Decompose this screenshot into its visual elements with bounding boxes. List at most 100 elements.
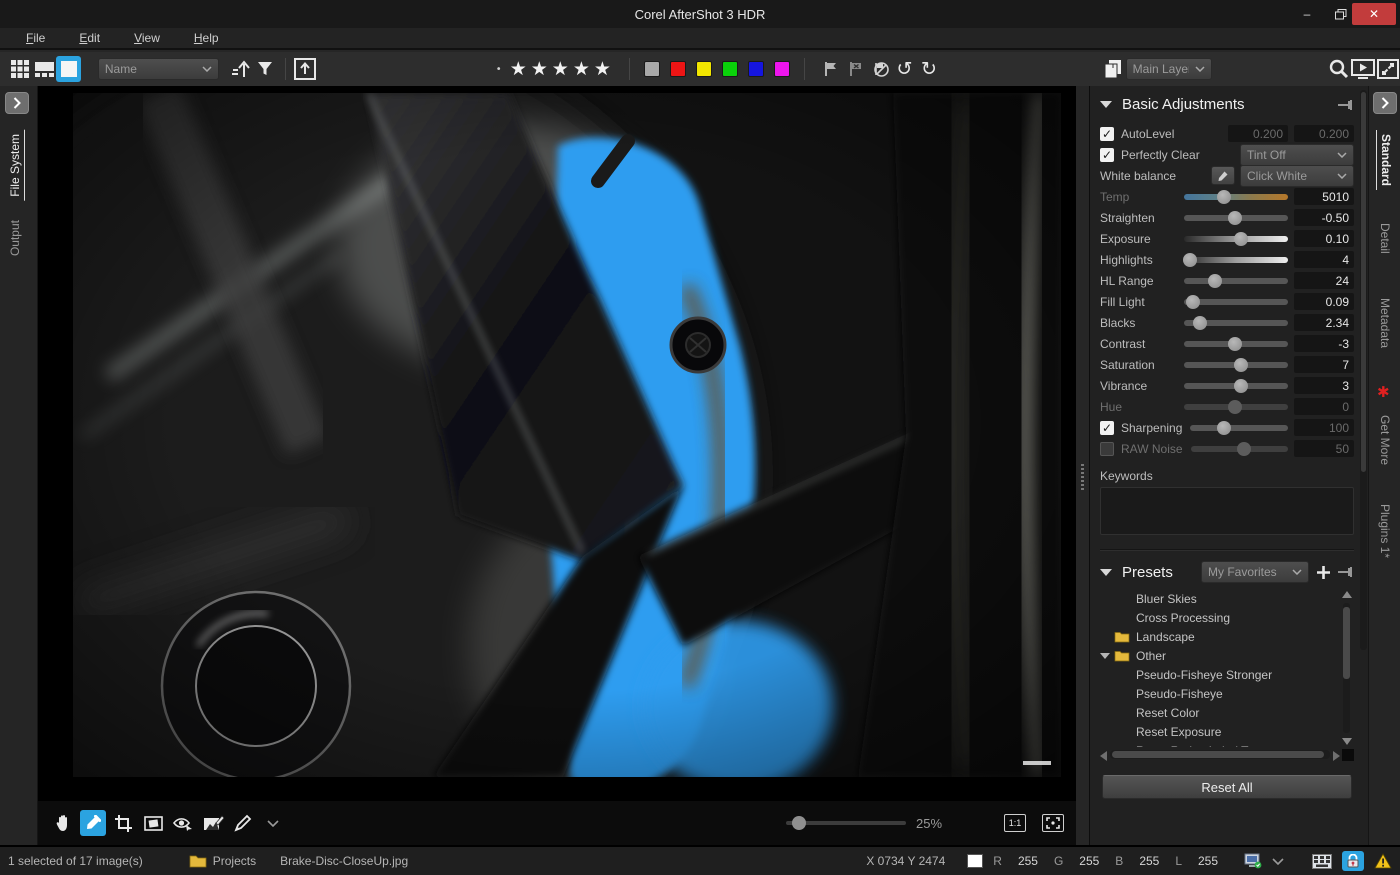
right-tab-standard[interactable]: Standard <box>1376 130 1395 190</box>
star-icon[interactable]: ★ <box>573 58 590 80</box>
flag-clear-button[interactable] <box>868 56 892 82</box>
contrast-value[interactable]: -3 <box>1294 335 1354 352</box>
preset-item-cross-processing[interactable]: Cross Processing <box>1100 608 1354 627</box>
color-label-1[interactable] <box>670 61 686 77</box>
vibrance-value[interactable]: 3 <box>1294 377 1354 394</box>
menu-view[interactable]: View <box>128 29 166 47</box>
preset-item-landscape[interactable]: Landscape <box>1100 627 1354 646</box>
expand-triangle-icon[interactable] <box>1100 653 1114 659</box>
pan-tool-button[interactable] <box>50 810 76 836</box>
breadcrumb-folder[interactable]: Projects <box>213 854 256 868</box>
fill-light-slider-thumb[interactable] <box>1186 295 1200 309</box>
hl-range-slider[interactable] <box>1184 274 1288 288</box>
menu-edit[interactable]: Edit <box>73 29 106 47</box>
collapse-presets-icon[interactable] <box>1100 569 1112 576</box>
sort-direction-button[interactable] <box>229 56 253 82</box>
temp-value[interactable]: 5010 <box>1294 188 1354 205</box>
perfectly-clear-checkbox[interactable] <box>1100 148 1114 162</box>
hue-slider[interactable] <box>1184 400 1288 414</box>
raw-noise-value[interactable]: 50 <box>1294 440 1354 457</box>
lock-button[interactable] <box>1342 851 1364 871</box>
retouch-tool-button[interactable] <box>200 810 226 836</box>
highlights-value[interactable]: 4 <box>1294 251 1354 268</box>
zoom-slider[interactable] <box>786 816 906 830</box>
zoom-fit-button[interactable] <box>1042 814 1064 832</box>
star-icon[interactable]: ★ <box>594 58 611 80</box>
right-tab-metadata[interactable]: Metadata <box>1376 294 1394 352</box>
autolevel-high-value[interactable]: 0.200 <box>1294 125 1354 142</box>
sharpening-slider-thumb[interactable] <box>1217 421 1231 435</box>
clear-rating-button[interactable]: • <box>496 64 502 75</box>
autolevel-low-value[interactable]: 0.200 <box>1228 125 1288 142</box>
left-tab-file-system[interactable]: File System <box>6 130 25 201</box>
hue-value[interactable]: 0 <box>1294 398 1354 415</box>
scroll-down-arrow[interactable] <box>1342 738 1352 745</box>
preset-item-bluer-skies[interactable]: Bluer Skies <box>1100 589 1354 608</box>
vibrance-slider[interactable] <box>1184 379 1288 393</box>
preset-item-pseudo-fisheye-stronger[interactable]: Pseudo-Fisheye Stronger <box>1100 665 1354 684</box>
preset-item-pseudo-fisheye[interactable]: Pseudo-Fisheye <box>1100 684 1354 703</box>
layers-button[interactable] <box>1101 56 1125 82</box>
raw-noise-checkbox[interactable] <box>1100 442 1114 456</box>
sharpening-slider[interactable] <box>1190 421 1288 435</box>
panel-scrollbar[interactable] <box>1360 90 1367 650</box>
sort-field-dropdown[interactable]: Name <box>98 58 219 80</box>
preset-item-other[interactable]: Other <box>1100 646 1354 665</box>
zoom-slider-thumb[interactable] <box>792 816 806 830</box>
thumbnail-grid-view-button[interactable] <box>8 56 32 82</box>
highlights-slider-track[interactable] <box>1184 257 1288 263</box>
scrollbar-thumb[interactable] <box>1112 751 1324 758</box>
scroll-up-arrow[interactable] <box>1342 591 1352 598</box>
white-balance-dropdown[interactable]: Click White <box>1240 165 1354 187</box>
white-balance-dropper-button[interactable] <box>1211 166 1235 185</box>
image-viewer[interactable]: 25% 1:1 <box>38 86 1076 845</box>
temp-slider[interactable] <box>1184 190 1288 204</box>
saturation-slider[interactable] <box>1184 358 1288 372</box>
right-tab-detail[interactable]: Detail <box>1376 219 1394 258</box>
straighten-tool-button[interactable] <box>140 810 166 836</box>
color-label-0[interactable] <box>644 61 660 77</box>
left-tab-output[interactable]: Output <box>6 216 24 260</box>
highlights-slider-thumb[interactable] <box>1183 253 1197 267</box>
sharpening-slider-track[interactable] <box>1190 425 1288 431</box>
color-label-4[interactable] <box>748 61 764 77</box>
blacks-value[interactable]: 2.34 <box>1294 314 1354 331</box>
filter-button[interactable] <box>253 56 277 82</box>
panel-splitter[interactable] <box>1076 86 1089 845</box>
menu-help[interactable]: Help <box>188 29 225 47</box>
straighten-slider-thumb[interactable] <box>1228 211 1242 225</box>
blacks-slider-thumb[interactable] <box>1193 316 1207 330</box>
redeye-tool-button[interactable] <box>170 810 196 836</box>
hl-range-slider-thumb[interactable] <box>1208 274 1222 288</box>
warning-button[interactable] <box>1374 853 1392 869</box>
contrast-slider-thumb[interactable] <box>1228 337 1242 351</box>
reset-all-button[interactable]: Reset All <box>1102 775 1352 799</box>
slideshow-button[interactable] <box>1351 56 1375 82</box>
add-preset-button[interactable] <box>1317 566 1330 579</box>
star-icon[interactable]: ★ <box>531 58 548 80</box>
presets-folder-dropdown[interactable]: My Favorites <box>1201 561 1309 583</box>
hl-range-slider-track[interactable] <box>1184 278 1288 284</box>
crop-tool-button[interactable] <box>110 810 136 836</box>
collapse-basic-adjustments-icon[interactable] <box>1100 101 1112 108</box>
color-profile-button[interactable] <box>1244 853 1262 869</box>
exposure-value[interactable]: 0.10 <box>1294 230 1354 247</box>
flag-pick-button[interactable] <box>819 56 843 82</box>
magnifier-button[interactable] <box>1327 56 1351 82</box>
single-image-view-button[interactable] <box>56 56 80 82</box>
fill-light-slider[interactable] <box>1184 295 1288 309</box>
vibrance-slider-thumb[interactable] <box>1234 379 1248 393</box>
pin-icon[interactable] <box>1338 100 1354 110</box>
export-button[interactable] <box>292 56 316 82</box>
scrollbar-thumb[interactable] <box>1361 92 1366 472</box>
scrollbar-thumb[interactable] <box>1343 607 1350 679</box>
hl-range-value[interactable]: 24 <box>1294 272 1354 289</box>
pin-icon[interactable] <box>1338 567 1354 577</box>
redo-button[interactable]: ↻ <box>917 56 941 82</box>
saturation-slider-thumb[interactable] <box>1234 358 1248 372</box>
fullscreen-button[interactable] <box>1375 56 1399 82</box>
preset-item-reset-color[interactable]: Reset Color <box>1100 703 1354 722</box>
contrast-slider[interactable] <box>1184 337 1288 351</box>
fill-light-value[interactable]: 0.09 <box>1294 293 1354 310</box>
shortcut-keys-button[interactable] <box>1312 854 1332 869</box>
